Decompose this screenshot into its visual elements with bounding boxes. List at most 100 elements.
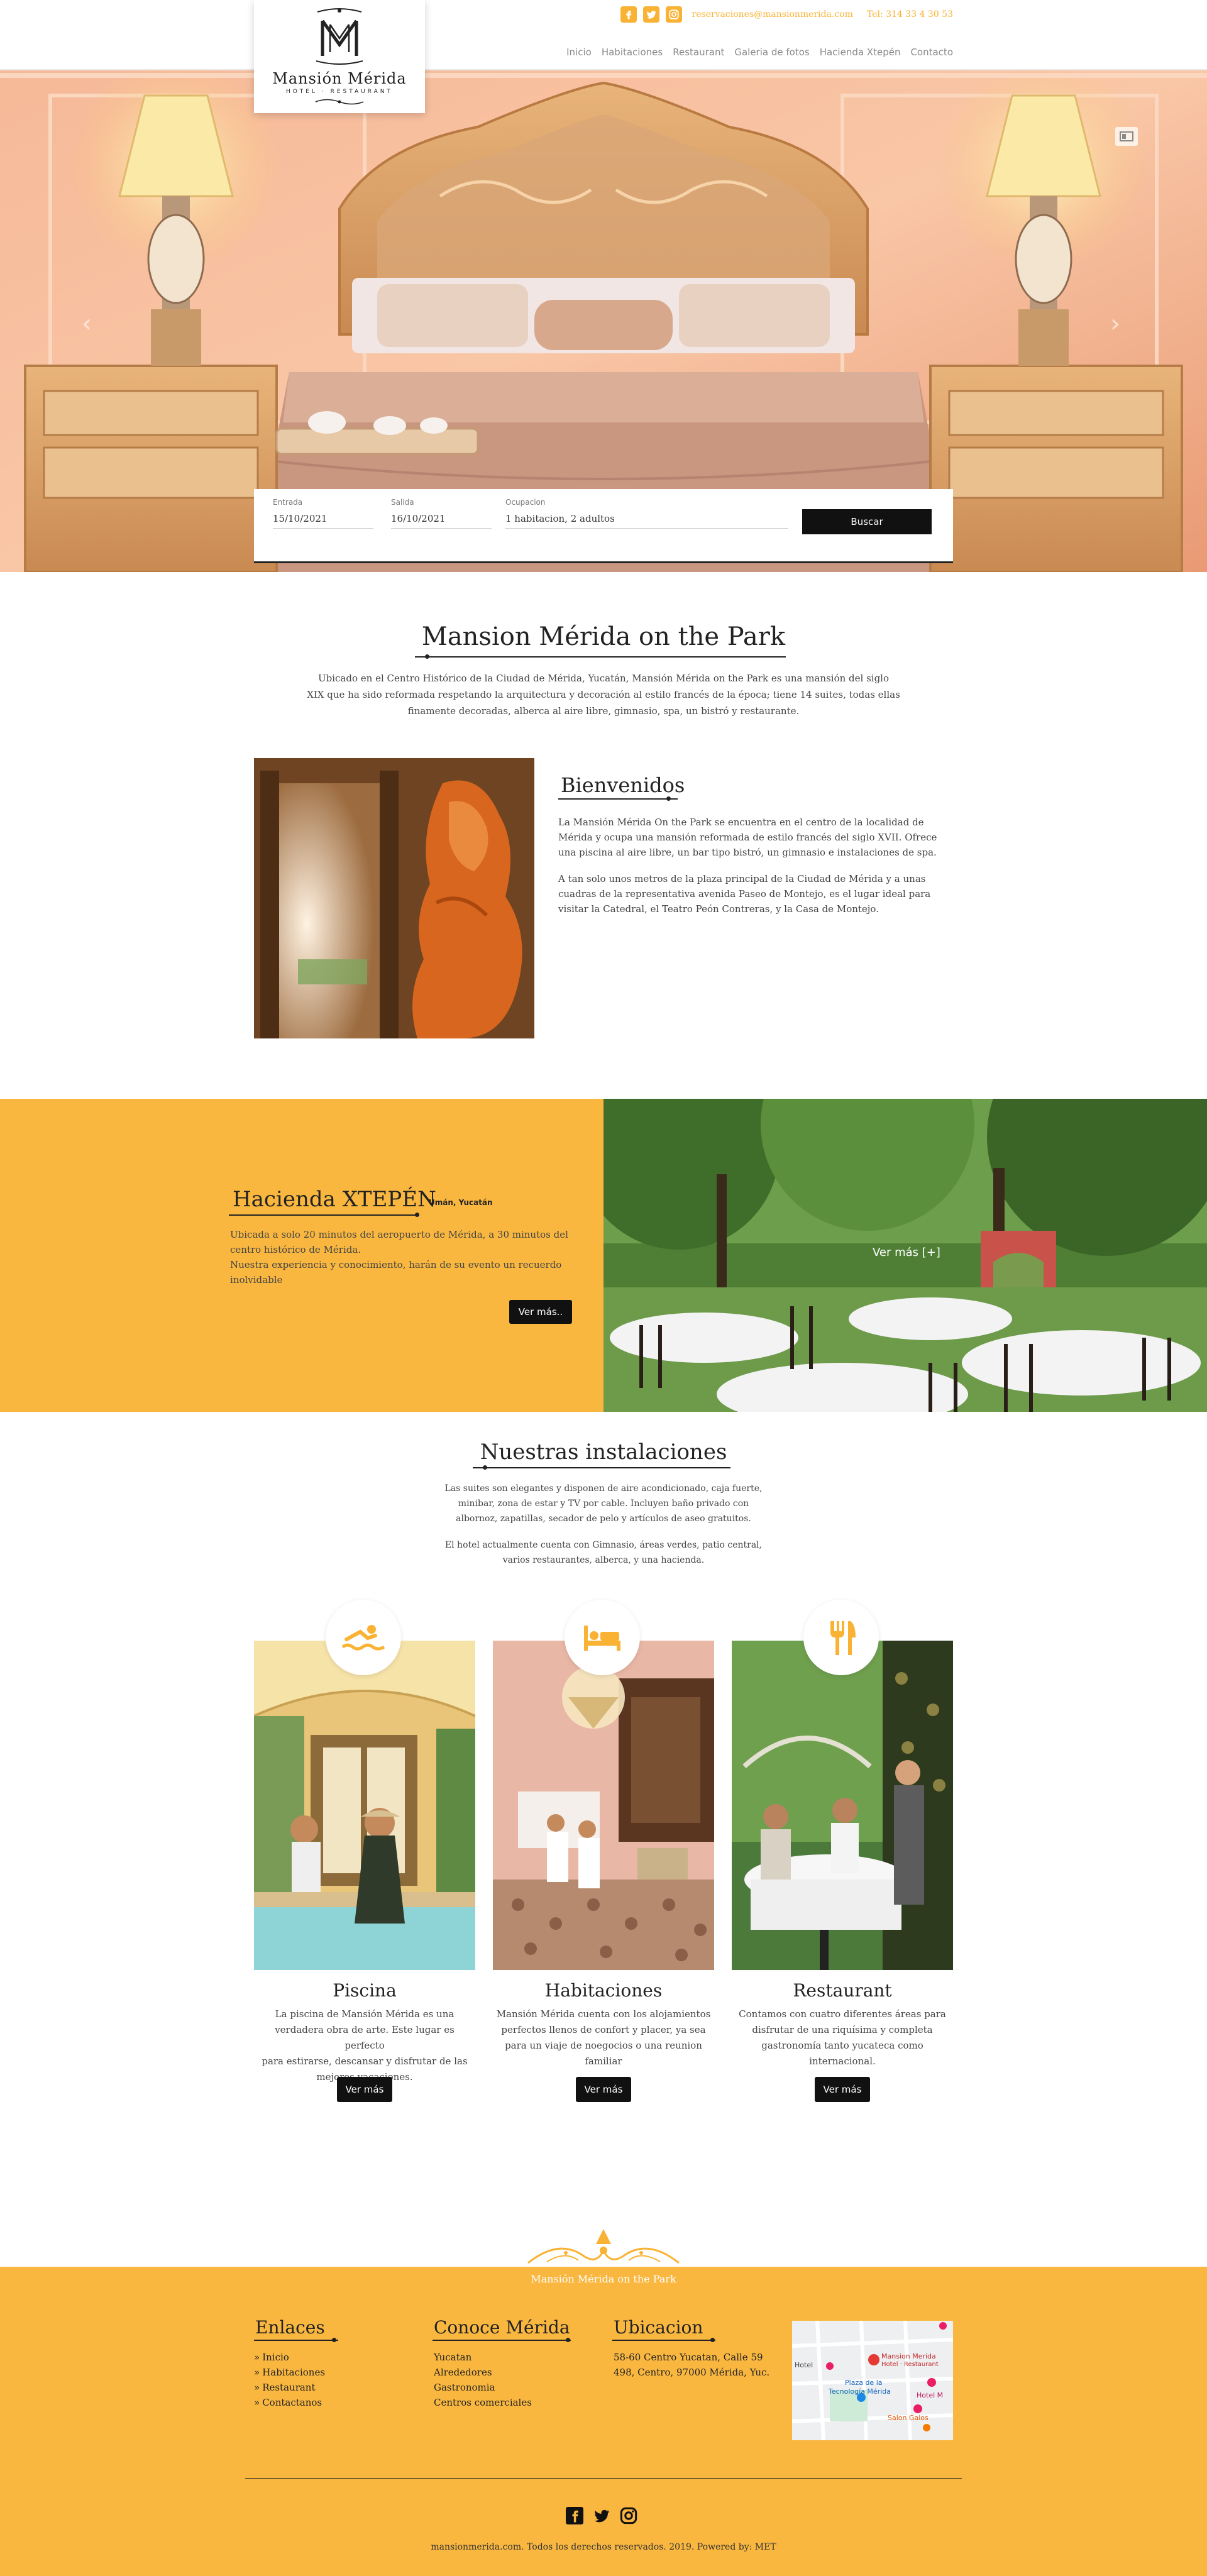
double-chevron-icon: » <box>254 2382 260 2393</box>
hacienda-underline-dot <box>415 1213 419 1217</box>
welcome-p1-line2: Mérida y ocupa una mansión reformada de … <box>558 832 937 843</box>
rooms-ver-mas-button[interactable]: Ver más <box>576 2077 631 2102</box>
intro-title-underline <box>415 656 786 658</box>
main-nav: Inicio Habitaciones Restaurant Galeria d… <box>566 47 953 58</box>
intro-line-1: Ubicado en el Centro Histórico de la Ciu… <box>318 673 889 684</box>
hacienda-line3: Nuestra experiencia y conocimiento, hará… <box>230 1259 562 1270</box>
site-footer: Mansión Mérida on the Park Enlaces » Inic… <box>0 2267 1207 2576</box>
site-header: reservaciones@mansionmerida.com Tel: 314… <box>0 0 1207 70</box>
facebook-icon[interactable] <box>566 2507 583 2524</box>
footer-merida-centros[interactable]: Centros comerciales <box>434 2395 532 2410</box>
welcome-image <box>254 758 534 1038</box>
hacienda-title-underline <box>229 1214 417 1216</box>
restaurant-ver-mas-button[interactable]: Ver más <box>815 2077 870 2102</box>
intro-text: Ubicado en el Centro Histórico de la Ciu… <box>0 670 1207 719</box>
welcome-p2-line3: visitar la Catedral, el Teatro Peón Cont… <box>558 903 879 915</box>
hacienda-location: Umán, Yucatán <box>429 1198 493 1207</box>
footer-copyright: mansionmerida.com. Todos los derechos re… <box>431 2542 776 2552</box>
checkout-input[interactable]: 16/10/2021 <box>391 513 492 529</box>
page: reservaciones@mansionmerida.com Tel: 314… <box>0 0 1207 2576</box>
twitter-icon[interactable] <box>592 2507 611 2524</box>
rooms-image[interactable] <box>493 1641 714 1970</box>
facilities-p1-line1: Las suites son elegantes y disponen de a… <box>444 1483 763 1494</box>
hacienda-line4: inolvidable <box>230 1274 283 1285</box>
rooms-text-line1: Mansión Mérida cuenta con los alojamient… <box>496 2008 711 2020</box>
email-link[interactable]: reservaciones@mansionmerida.com <box>692 9 853 19</box>
footer-merida-list: Yucatan Alrededores Gastronomia Centros … <box>434 2350 532 2410</box>
hero-next-arrow[interactable]: › <box>1110 309 1120 338</box>
map-label-salon: Salon Galos <box>888 2414 929 2422</box>
checkout-field[interactable]: Salida 16/10/2021 <box>391 498 492 529</box>
map-label-hotel-m: Hotel M <box>917 2391 944 2399</box>
pool-image[interactable] <box>254 1641 475 1970</box>
footer-link-restaurant[interactable]: » Restaurant <box>254 2380 325 2395</box>
hacienda-info-panel: Hacienda XTEPÉN Umán, Yucatán Ubicada a … <box>0 1099 604 1412</box>
nav-item-restaurant[interactable]: Restaurant <box>673 47 724 58</box>
hacienda-line2: centro histórico de Mérida. <box>230 1244 361 1255</box>
twitter-icon[interactable] <box>642 6 659 23</box>
restaurant-text-line3: gastronomía tanto yucateca como <box>761 2040 923 2051</box>
facilities-p1-line3: albornoz, zapatillas, secador de pelo y … <box>456 1514 751 1524</box>
guests-select[interactable]: 1 habitacion, 2 adultos <box>505 513 788 529</box>
guests-field[interactable]: Ocupacion 1 habitacion, 2 adultos <box>505 498 788 529</box>
location-map[interactable]: Hotel Mansion Merida Hotel · Restaurant … <box>792 2321 953 2440</box>
rooms-text-line2: perfectos llenos de confort y placer, ya… <box>501 2024 706 2035</box>
footer-link-inicio[interactable]: » Inicio <box>254 2350 325 2365</box>
checkin-field[interactable]: Entrada 15/10/2021 <box>273 498 373 529</box>
guests-label: Ocupacion <box>505 498 546 507</box>
pool-card-text: La piscina de Mansión Mérida es una verd… <box>254 2006 475 2085</box>
footer-social-icons <box>566 2507 637 2524</box>
map-label-hotel: Hotel <box>795 2361 813 2369</box>
footer-link-contactanos[interactable]: » Contactanos <box>254 2395 325 2410</box>
facebook-icon[interactable] <box>620 6 637 23</box>
footer-divider <box>245 2478 962 2479</box>
footer-link-habitaciones[interactable]: » Habitaciones <box>254 2365 325 2380</box>
nav-item-habitaciones[interactable]: Habitaciones <box>602 47 663 58</box>
map-label-mansion: Mansion Merida <box>881 2352 936 2360</box>
map-label-tecnologia: Tecnología Mérida <box>829 2387 891 2396</box>
double-chevron-icon: » <box>254 2367 260 2378</box>
instagram-icon[interactable] <box>620 2507 637 2524</box>
checkin-input[interactable]: 15/10/2021 <box>273 513 373 529</box>
footer-link-label: Inicio <box>262 2352 289 2363</box>
footer-link-label: Habitaciones <box>262 2367 326 2378</box>
nav-item-galeria[interactable]: Galeria de fotos <box>734 47 809 58</box>
search-button[interactable]: Buscar <box>802 509 932 534</box>
hero-prev-arrow[interactable]: ‹ <box>82 309 92 338</box>
pool-text-line1: La piscina de Mansión Mérida es una <box>275 2008 455 2020</box>
nav-item-contacto[interactable]: Contacto <box>910 47 953 58</box>
hacienda-ver-mas-button[interactable]: Ver más.. <box>509 1300 572 1324</box>
welcome-paragraph-1: La Mansión Mérida On the Park se encuent… <box>558 815 948 860</box>
intro-underline-dot <box>425 654 429 659</box>
facilities-paragraph-2: El hotel actualmente cuenta con Gimnasio… <box>0 1538 1207 1568</box>
facilities-title-underline <box>473 1467 730 1468</box>
restaurant-image[interactable] <box>732 1641 953 1970</box>
pool-ver-mas-button[interactable]: Ver más <box>337 2077 392 2102</box>
rooms-card-title: Habitaciones <box>544 1980 663 2001</box>
facilities-title: Nuestras instalaciones <box>480 1439 727 1465</box>
intro-title: Mansion Mérida on the Park <box>421 622 786 651</box>
hacienda-title: Hacienda XTEPÉN <box>233 1187 436 1212</box>
rooms-text-line4: familiar <box>585 2056 622 2067</box>
pool-text-line2: verdadera obra de arte. Este lugar es pe… <box>275 2024 455 2051</box>
nav-item-inicio[interactable]: Inicio <box>566 47 592 58</box>
site-logo[interactable]: Mansión Mérida HOTEL · RESTAURANT <box>254 0 425 113</box>
nav-item-hacienda[interactable]: Hacienda Xtepén <box>820 47 901 58</box>
restaurant-text-line1: Contamos con cuatro diferentes áreas par… <box>739 2008 946 2020</box>
instagram-icon[interactable] <box>665 6 682 23</box>
pool-card-title: Piscina <box>333 1980 397 2001</box>
footer-merida-title: Conoce Mérida <box>434 2317 570 2338</box>
footer-links-list: » Inicio » Habitaciones » Restaurant » Conta… <box>254 2350 325 2410</box>
hacienda-overlay-link[interactable]: Ver más [+] <box>873 1246 940 1259</box>
hacienda-image[interactable]: Ver más [+] <box>604 1099 1207 1412</box>
footer-merida-gastronomia[interactable]: Gastronomia <box>434 2380 532 2395</box>
footer-merida-alrededores[interactable]: Alrededores <box>434 2365 532 2380</box>
address-line-2: 498, Centro, 97000 Mérida, Yuc. <box>614 2367 770 2378</box>
footer-link-label: Contactanos <box>262 2397 322 2408</box>
logo-ornament-icon <box>315 99 364 105</box>
footer-links-underline-dot <box>332 2338 336 2342</box>
map-label-plaza: Plaza de la <box>845 2379 883 2387</box>
gallery-toggle-icon[interactable] <box>1115 127 1138 146</box>
footer-links-underline <box>254 2340 338 2341</box>
footer-merida-yucatan[interactable]: Yucatan <box>434 2350 532 2365</box>
